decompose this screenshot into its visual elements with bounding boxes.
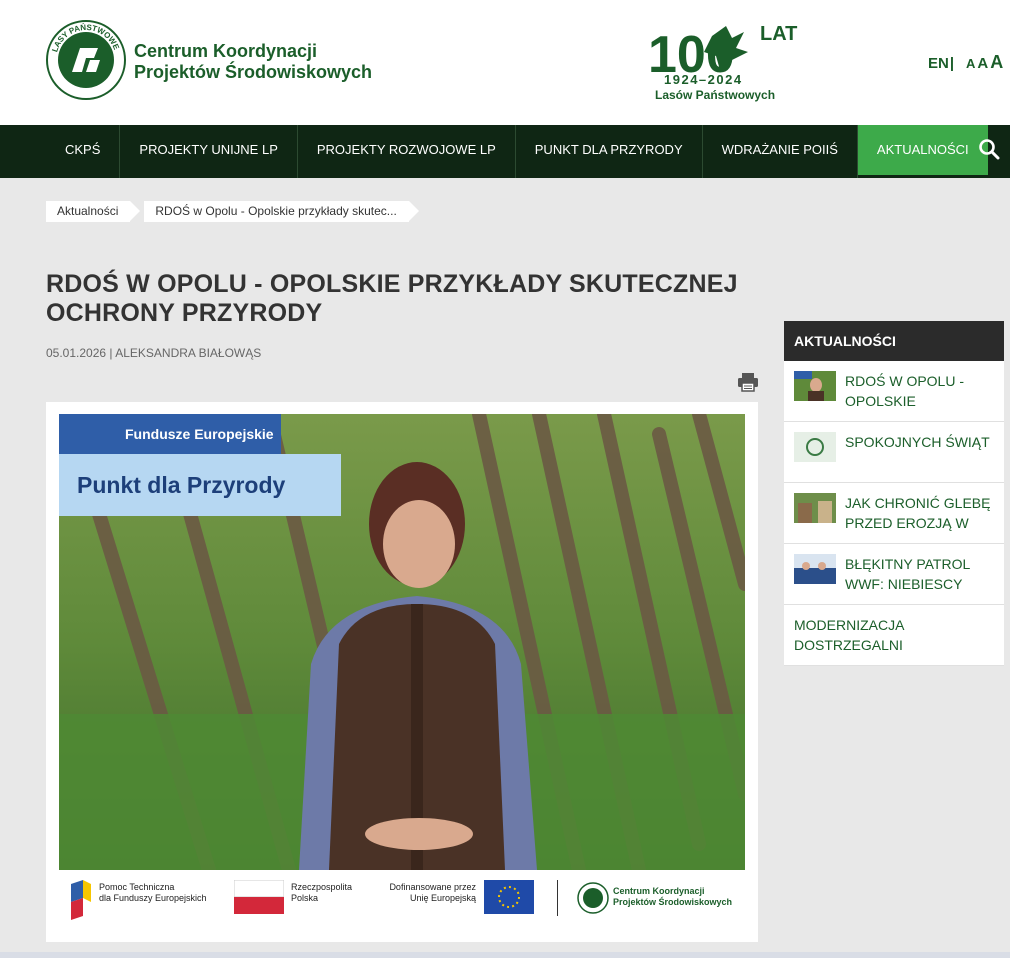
news-thumbnail <box>794 493 836 523</box>
article-figure: Fundusze Europejskie Punkt dla Przyrody … <box>46 402 758 942</box>
nav-item-projekty-unijne[interactable]: PROJEKTY UNIJNE LP <box>120 125 298 178</box>
article-title-line-1: RDOŚ W OPOLU - OPOLSKIE PRZYKŁADY SKUTEC… <box>46 270 738 298</box>
site-header: LASY PAŃSTWOWE Centrum Koordynacji Proje… <box>0 0 1010 125</box>
nav-item-ckps[interactable]: CKPŚ <box>46 125 121 178</box>
fundusze-badge: Fundusze Europejskie <box>59 414 281 454</box>
news-item-title[interactable]: RDOŚ W OPOLU - OPOLSKIE PRZYKŁADY <box>845 371 995 411</box>
sidebar-news-item[interactable]: MODERNIZACJA DOSTRZEGALNI <box>784 605 1004 666</box>
font-size-large-button[interactable]: A <box>990 52 1003 72</box>
article-meta: 05.01.2026 | ALEKSANDRA BIAŁOWĄS <box>46 346 261 360</box>
logo-pomoc-techniczna: Pomoc Techniczna dla Funduszy Europejski… <box>99 882 207 903</box>
article-title-line-2: OCHRONY PRZYRODY <box>46 299 323 327</box>
print-icon[interactable] <box>737 372 759 392</box>
lang-en-link[interactable]: EN <box>928 55 949 72</box>
anniversary-logo: 100 LAT 1924–2024 Lasów Państwowych <box>648 23 797 102</box>
font-size-controls: AAA <box>966 52 1005 73</box>
main-nav: CKPŚ PROJEKTY UNIJNE LP PROJEKTY ROZWOJO… <box>0 125 1010 178</box>
sidebar-news-item[interactable]: RDOŚ W OPOLU - OPOLSKIE PRZYKŁADY <box>784 361 1004 422</box>
eu-flag-icon <box>484 880 534 914</box>
logo-ckps-text: Centrum Koordynacji Projektów Środowisko… <box>613 886 733 907</box>
breadcrumb: Aktualności RDOŚ w Opolu - Opolskie przy… <box>46 201 423 222</box>
language-switch[interactable]: EN| <box>928 55 954 72</box>
article-date: 05.01.2026 <box>46 346 107 360</box>
font-size-medium-button[interactable]: A <box>977 55 988 72</box>
brand-name[interactable]: Centrum Koordynacji Projektów Środowisko… <box>134 41 372 83</box>
nav-item-wdrazanie-poiis[interactable]: WDRAŻANIE POIIŚ <box>703 125 858 178</box>
nav-item-projekty-rozwojowe[interactable]: PROJEKTY ROZWOJOWE LP <box>298 125 516 178</box>
lang-separator: | <box>949 55 955 72</box>
font-size-small-button[interactable]: A <box>966 56 975 71</box>
page-bottom-bar <box>0 952 1010 958</box>
lasy-panstwowe-logo[interactable]: LASY PAŃSTWOWE <box>46 20 126 100</box>
logo-dofinansowane: Dofinansowane przez Unię Europejską <box>389 882 476 903</box>
news-item-title[interactable]: BŁĘKITNY PATROL WWF: NIEBIESCY <box>845 554 995 594</box>
polish-flag-icon <box>234 880 284 914</box>
meta-separator: | <box>109 346 113 360</box>
sidebar-heading: AKTUALNOŚCI <box>784 321 1004 361</box>
brand-line-1: Centrum Koordynacji <box>134 41 318 61</box>
article-author: ALEKSANDRA BIAŁOWĄS <box>115 346 262 360</box>
sidebar-news: AKTUALNOŚCI RDOŚ W OPOLU - OPOLSKIE PRZY… <box>784 321 1004 666</box>
brand-line-2: Projektów Środowiskowych <box>134 62 373 82</box>
news-thumbnail <box>794 554 836 584</box>
sidebar-news-item[interactable]: SPOKOJNYCH ŚWIĄT <box>784 422 1004 483</box>
breadcrumb-item-aktualnosci[interactable]: Aktualności <box>46 201 141 222</box>
news-thumbnail <box>794 371 836 401</box>
logos-divider <box>557 880 558 916</box>
svg-text:1924–2024: 1924–2024 <box>664 72 743 87</box>
article-photo: Fundusze Europejskie Punkt dla Przyrody <box>59 414 745 870</box>
article-title: RDOŚ W OPOLU - OPOLSKIE PRZYKŁADY SKUTEC… <box>46 270 756 328</box>
news-thumbnail <box>794 432 836 462</box>
sidebar-news-item[interactable]: JAK CHRONIĆ GLEBĘ PRZED EROZJĄ W <box>784 483 1004 544</box>
news-item-title[interactable]: MODERNIZACJA DOSTRZEGALNI <box>794 615 994 655</box>
nav-item-punkt-dla-przyrody[interactable]: PUNKT DLA PRZYRODY <box>516 125 703 178</box>
svg-text:LAT: LAT <box>760 23 797 45</box>
funding-logos-strip: Pomoc Techniczna dla Funduszy Europejski… <box>59 872 745 932</box>
nav-item-aktualnosci[interactable]: AKTUALNOŚCI <box>857 125 988 175</box>
search-icon[interactable] <box>978 138 1000 160</box>
news-item-title[interactable]: SPOKOJNYCH ŚWIĄT <box>845 432 995 472</box>
punkt-dla-przyrody-badge: Punkt dla Przyrody <box>59 454 341 516</box>
news-item-title[interactable]: JAK CHRONIĆ GLEBĘ PRZED EROZJĄ W <box>845 493 995 533</box>
sidebar-news-item[interactable]: BŁĘKITNY PATROL WWF: NIEBIESCY <box>784 544 1004 605</box>
fe-flag-icon <box>71 880 91 920</box>
logo-rzeczpospolita: Rzeczpospolita Polska <box>291 882 353 903</box>
breadcrumb-item-current: RDOŚ w Opolu - Opolskie przykłady skutec… <box>144 201 420 222</box>
svg-text:Lasów Państwowych: Lasów Państwowych <box>655 88 775 102</box>
ckps-small-logo <box>577 882 609 914</box>
